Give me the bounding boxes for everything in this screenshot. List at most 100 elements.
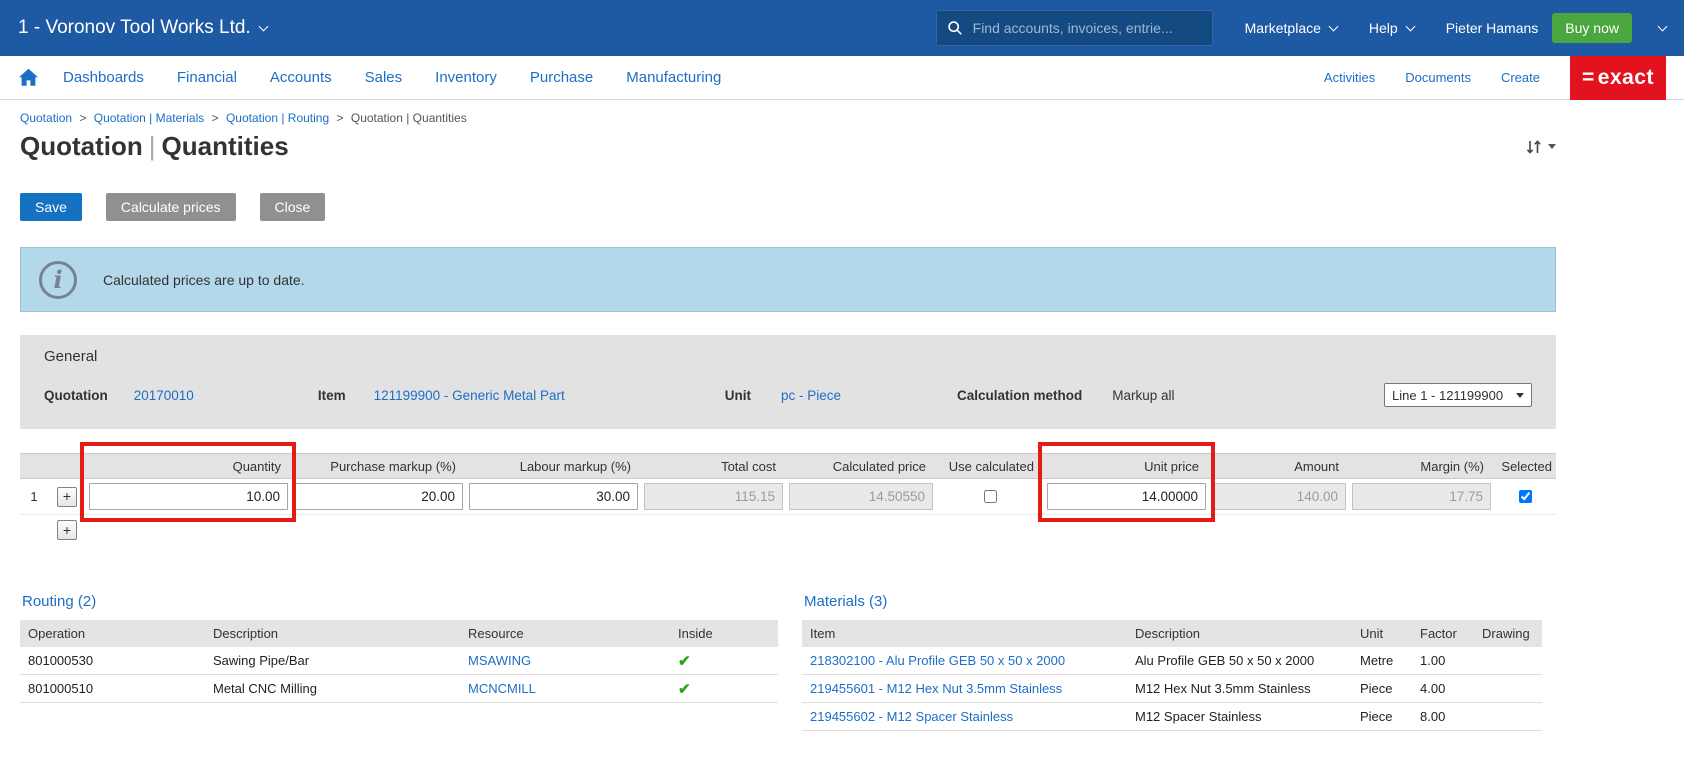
quantities-add-row: +: [20, 515, 1556, 545]
banner-message: Calculated prices are up to date.: [103, 272, 305, 288]
calculate-prices-button[interactable]: Calculate prices: [106, 193, 236, 221]
factor-cell: 4.00: [1412, 681, 1474, 696]
item-link[interactable]: 121199900 - Generic Metal Part: [374, 388, 565, 403]
save-button[interactable]: Save: [20, 193, 82, 221]
nav-item-financial[interactable]: Financial: [177, 69, 237, 86]
company-name: 1 - Voronov Tool Works Ltd.: [18, 17, 251, 39]
marketplace-menu[interactable]: Marketplace: [1245, 20, 1337, 36]
quantities-table: Quantity Purchase markup (%) Labour mark…: [20, 453, 1556, 545]
column-header-description: Description: [1127, 626, 1352, 641]
calculation-method-label: Calculation method: [957, 388, 1082, 403]
page-title-primary: Quotation: [20, 131, 143, 161]
routing-row: 801000530 Sawing Pipe/Bar MSAWING ✔: [20, 647, 778, 675]
account-menu-chevron[interactable]: [1650, 27, 1666, 30]
factor-cell: 1.00: [1412, 653, 1474, 668]
breadcrumb-link-quotation[interactable]: Quotation: [20, 111, 72, 125]
column-header-labour-markup: Labour markup (%): [466, 459, 641, 474]
exact-logo-text: exact: [1598, 66, 1654, 90]
nav-right: Activities Documents Create =exact: [1324, 56, 1684, 100]
description-cell: Sawing Pipe/Bar: [205, 653, 460, 668]
margin-field: [1352, 483, 1491, 510]
nav-item-create[interactable]: Create: [1501, 70, 1540, 85]
close-button[interactable]: Close: [260, 193, 326, 221]
unit-price-input[interactable]: [1047, 483, 1206, 510]
unit-cell: Metre: [1352, 653, 1412, 668]
unit-cell: Piece: [1352, 681, 1412, 696]
global-search[interactable]: [936, 10, 1213, 46]
materials-table-header: Item Description Unit Factor Drawing: [802, 620, 1542, 647]
materials-panel-title[interactable]: Materials (3): [804, 593, 887, 610]
column-header-resource: Resource: [460, 626, 670, 641]
line-select[interactable]: Line 1 - 121199900: [1384, 383, 1532, 407]
purchase-markup-input[interactable]: [294, 483, 463, 510]
column-header-selected: Selected: [1494, 459, 1556, 474]
home-icon[interactable]: [18, 68, 39, 87]
topbar: 1 - Voronov Tool Works Ltd. Marketplace …: [0, 0, 1684, 56]
breadcrumb-current: Quotation | Quantities: [351, 111, 467, 125]
nav-item-manufacturing[interactable]: Manufacturing: [626, 69, 721, 86]
item-link[interactable]: 218302100 - Alu Profile GEB 50 x 50 x 20…: [810, 653, 1065, 668]
routing-panel: Routing (2) Operation Description Resour…: [20, 593, 778, 731]
help-label: Help: [1369, 20, 1398, 36]
sort-filter-button[interactable]: [1525, 139, 1556, 155]
column-header-margin: Margin (%): [1349, 459, 1494, 474]
column-header-amount: Amount: [1209, 459, 1349, 474]
column-header-operation: Operation: [20, 626, 205, 641]
description-cell: M12 Hex Nut 3.5mm Stainless: [1127, 681, 1352, 696]
company-selector[interactable]: 1 - Voronov Tool Works Ltd.: [18, 17, 267, 39]
operation-cell: 801000530: [20, 653, 205, 668]
breadcrumb-link-materials[interactable]: Quotation | Materials: [94, 111, 205, 125]
help-menu[interactable]: Help: [1369, 20, 1414, 36]
quantities-row: 1 +: [20, 479, 1556, 515]
add-new-line-button[interactable]: +: [57, 520, 77, 540]
item-link[interactable]: 219455602 - M12 Spacer Stainless: [810, 709, 1013, 724]
routing-table-header: Operation Description Resource Inside: [20, 620, 778, 647]
page-title: Quotation|Quantities: [20, 131, 289, 162]
breadcrumb: Quotation > Quotation | Materials > Quot…: [20, 100, 1556, 125]
main-content: Quotation > Quotation | Materials > Quot…: [20, 100, 1556, 771]
unit-link[interactable]: pc - Piece: [781, 388, 841, 403]
factor-cell: 8.00: [1412, 709, 1474, 724]
breadcrumb-link-routing[interactable]: Quotation | Routing: [226, 111, 329, 125]
selected-checkbox[interactable]: [1519, 490, 1532, 503]
user-name[interactable]: Pieter Hamans: [1446, 20, 1539, 36]
quotation-number-link[interactable]: 20170010: [134, 388, 194, 403]
labour-markup-input[interactable]: [469, 483, 638, 510]
nav-item-dashboards[interactable]: Dashboards: [63, 69, 144, 86]
total-cost-field: [644, 483, 783, 510]
info-icon: i: [39, 261, 77, 299]
item-link[interactable]: 219455601 - M12 Hex Nut 3.5mm Stainless: [810, 681, 1062, 696]
search-input[interactable]: [971, 19, 1202, 37]
resource-link[interactable]: MCNCMILL: [468, 681, 536, 696]
column-header-purchase-markup: Purchase markup (%): [291, 459, 466, 474]
toolbar: Save Calculate prices Close: [20, 193, 1556, 221]
nav-item-purchase[interactable]: Purchase: [530, 69, 593, 86]
buy-now-button[interactable]: Buy now: [1552, 13, 1632, 43]
resource-link[interactable]: MSAWING: [468, 653, 531, 668]
nav-item-activities[interactable]: Activities: [1324, 70, 1375, 85]
materials-row: 218302100 - Alu Profile GEB 50 x 50 x 20…: [802, 647, 1542, 675]
nav-item-accounts[interactable]: Accounts: [270, 69, 332, 86]
quantities-table-header: Quantity Purchase markup (%) Labour mark…: [20, 453, 1556, 479]
general-section: General Quotation 20170010 Item 12119990…: [20, 335, 1556, 429]
nav-item-documents[interactable]: Documents: [1405, 70, 1471, 85]
column-header-drawing: Drawing: [1474, 626, 1542, 641]
quotation-label: Quotation: [44, 388, 108, 403]
column-header-use-calculated: Use calculated: [936, 459, 1044, 474]
breadcrumb-separator: >: [212, 111, 219, 125]
row-index: 1: [20, 489, 48, 504]
nav-item-sales[interactable]: Sales: [365, 69, 403, 86]
column-header-quantity: Quantity: [86, 459, 291, 474]
amount-field: [1212, 483, 1346, 510]
calculated-price-field: [789, 483, 933, 510]
page-title-separator: |: [149, 131, 156, 161]
line-select-value: Line 1 - 121199900: [1392, 388, 1503, 403]
quantity-input[interactable]: [89, 483, 288, 510]
nav-item-inventory[interactable]: Inventory: [435, 69, 497, 86]
page-title-secondary: Quantities: [162, 131, 289, 161]
search-icon: [947, 20, 963, 36]
use-calculated-checkbox[interactable]: [984, 490, 997, 503]
routing-panel-title[interactable]: Routing (2): [22, 593, 96, 610]
add-line-button[interactable]: +: [57, 487, 77, 507]
breadcrumb-separator: >: [79, 111, 86, 125]
